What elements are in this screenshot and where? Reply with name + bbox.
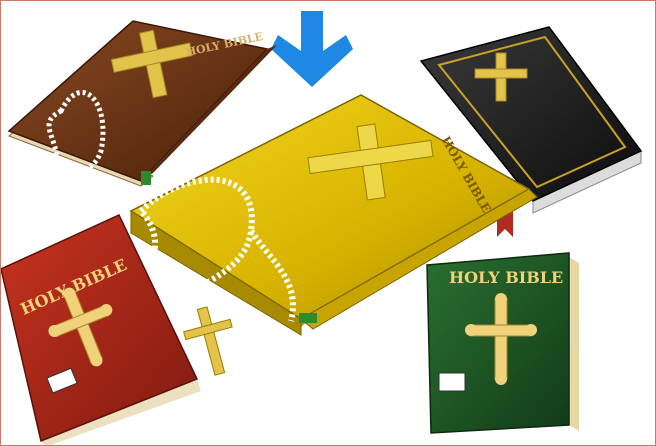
green-bible-book: HOLY BIBLE [426,252,579,434]
bibles-illustration: HOLY BIBLE HOLY BIBLE HOLY BIBLE HOLY BI… [1,11,643,445]
advisory-label [438,372,466,392]
down-arrow-icon [271,11,353,87]
book-title: HOLY BIBLE [449,268,563,287]
scene-frame: HOLY BIBLE HOLY BIBLE HOLY BIBLE HOLY BI… [0,0,656,446]
